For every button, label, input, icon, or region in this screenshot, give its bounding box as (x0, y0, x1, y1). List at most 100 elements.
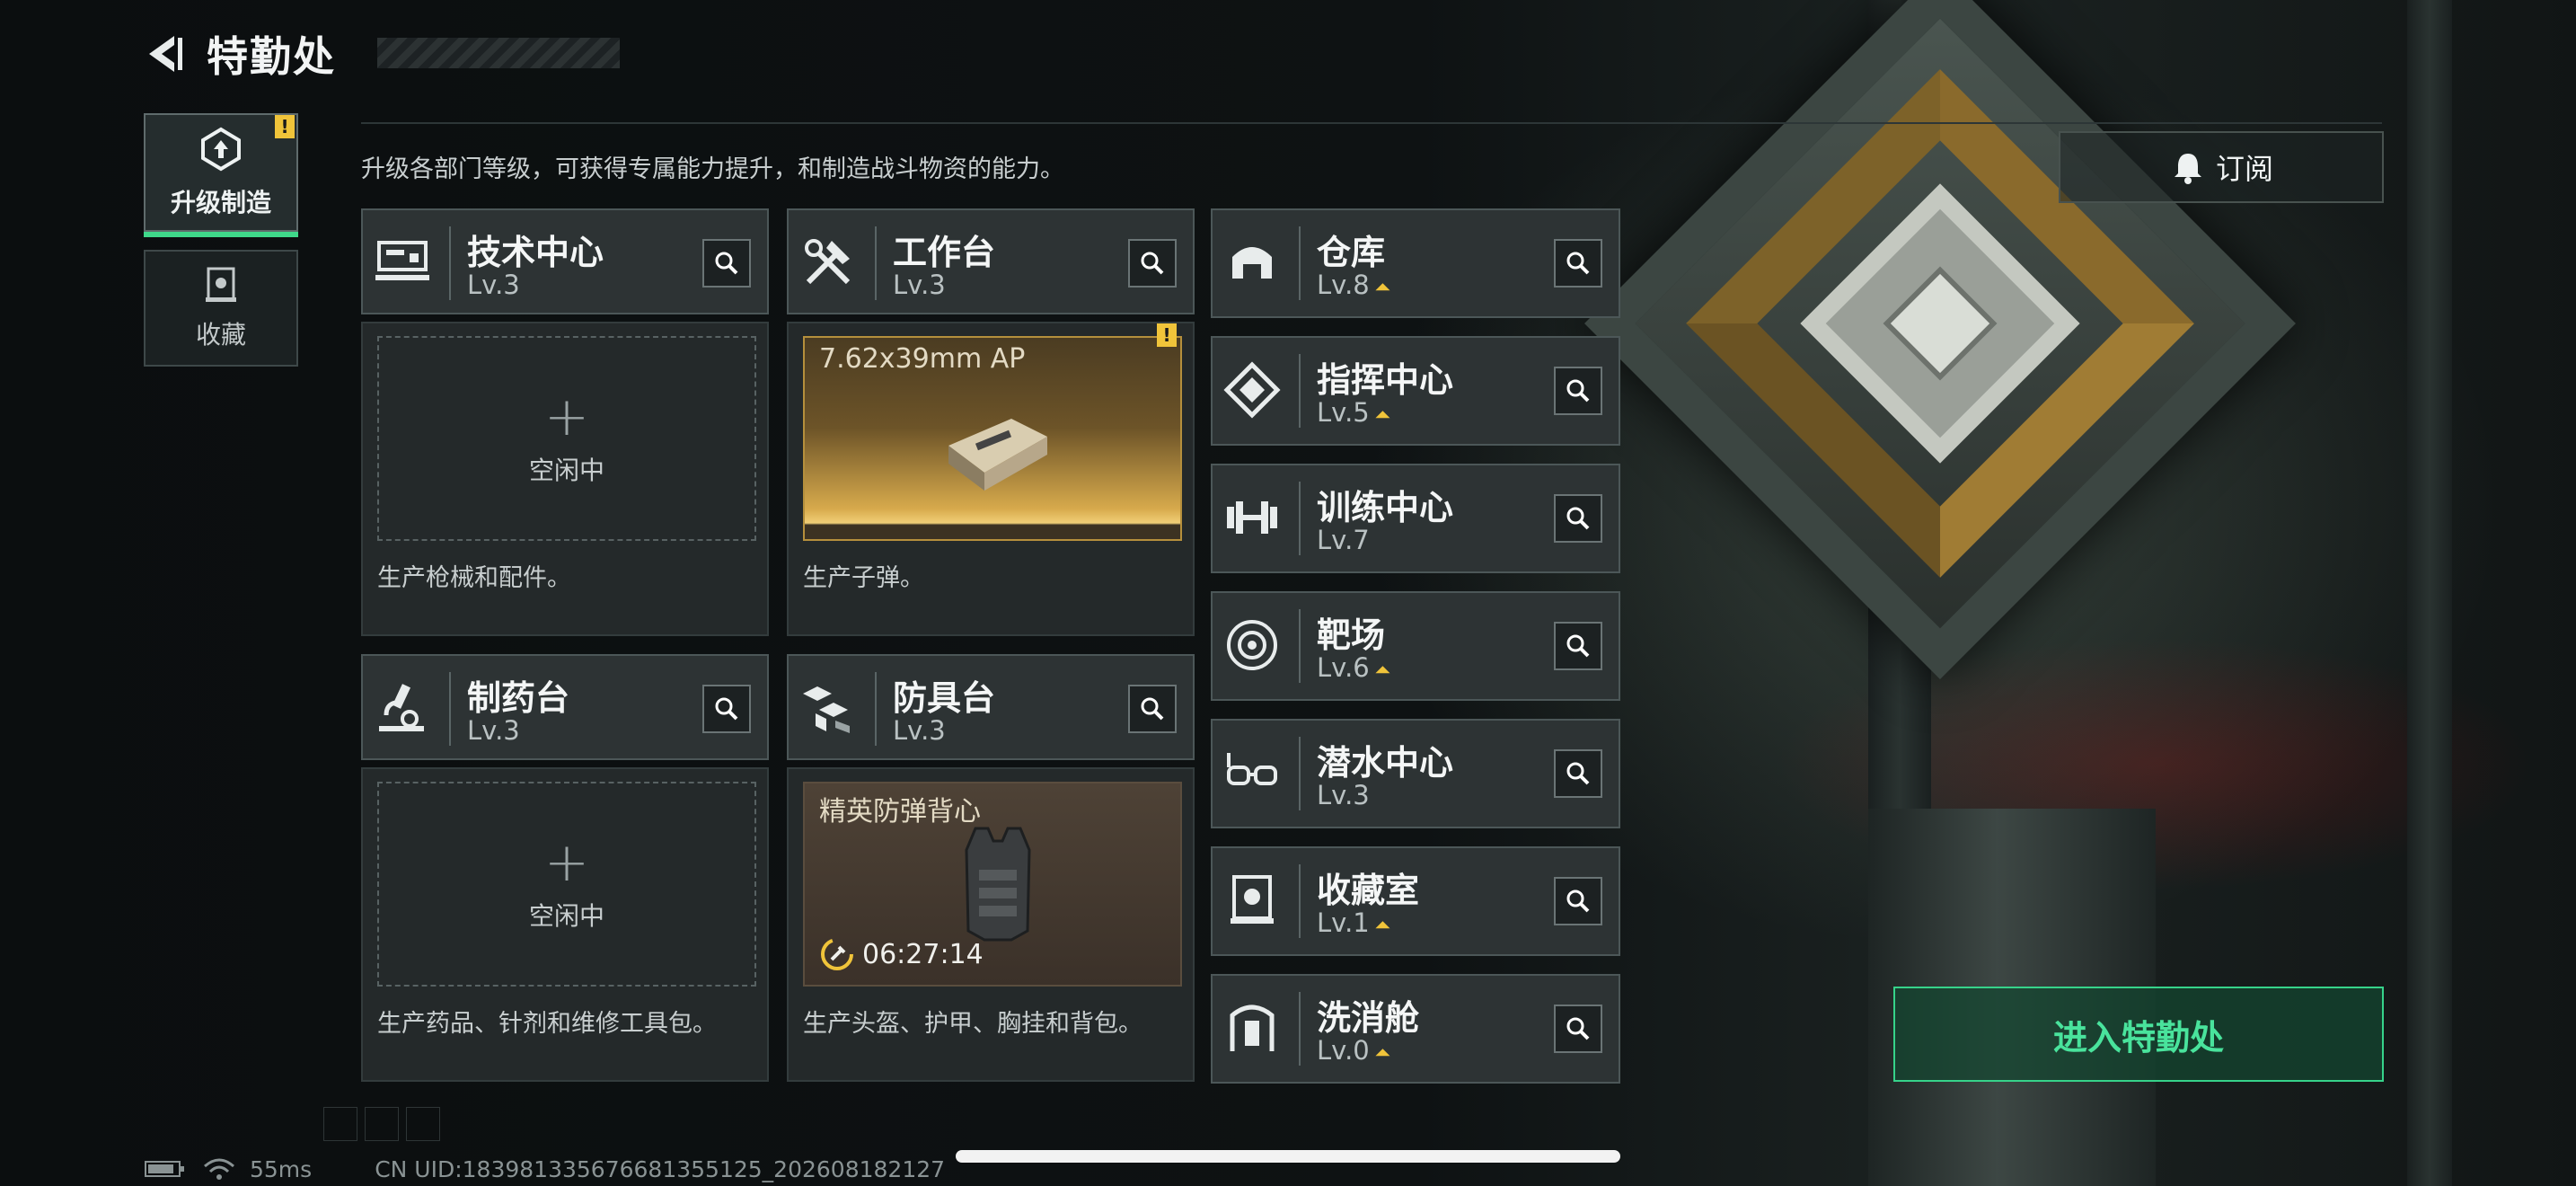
station-level: Lv.3 (893, 715, 946, 746)
warehouse-icon (1223, 234, 1281, 291)
armor-production-slot[interactable]: 精英防弹背心 06:27:14 (803, 782, 1182, 987)
department-name: 指挥中心 (1317, 360, 1454, 400)
magnifier-icon (715, 697, 738, 721)
department-name: 收藏室 (1317, 871, 1420, 910)
upgrade-arrow-icon: ⏶ (1374, 659, 1391, 682)
warning-badge: ! (275, 115, 295, 138)
subscribe-label: 订阅 (2215, 152, 2273, 186)
armor-bench-icon (799, 679, 857, 737)
search-button[interactable] (1554, 367, 1602, 415)
station-description: 生产枪械和配件。 (377, 564, 571, 592)
department-level: Lv.3 (1317, 780, 1370, 810)
corner-decoration (323, 1107, 440, 1141)
department-level: Lv.5 ⏶ (1317, 397, 1391, 428)
department-card[interactable]: 靶场 Lv.6 ⏶ (1211, 591, 1620, 701)
collection-room-icon (1223, 872, 1281, 929)
tab-upgrade-craft[interactable]: 升级制造 ! (144, 113, 298, 237)
empty-slot[interactable]: + 空闲中 (377, 782, 756, 987)
station-tech-center[interactable]: 技术中心 Lv.3 (361, 208, 769, 314)
department-card[interactable]: 仓库 Lv.8 ⏶ (1211, 208, 1620, 318)
divider (1299, 992, 1301, 1066)
enter-label: 进入特勤处 (2052, 1017, 2224, 1058)
target-range-icon (1223, 616, 1281, 674)
tab-label: 收藏 (195, 320, 246, 350)
divider (449, 226, 451, 300)
department-name: 训练中心 (1317, 488, 1454, 527)
page-title: 特勤处 (207, 32, 336, 81)
search-button[interactable] (1554, 877, 1602, 925)
department-card[interactable]: 收藏室 Lv.1 ⏶ (1211, 846, 1620, 956)
search-button[interactable] (1554, 239, 1602, 288)
upgrade-arrow-icon: ⏶ (1374, 277, 1391, 299)
divider (875, 672, 877, 746)
slot-status: 空闲中 (528, 901, 604, 931)
divider (1299, 737, 1301, 810)
divider (1299, 226, 1301, 300)
department-name: 洗消舱 (1317, 998, 1420, 1038)
magnifier-icon (1566, 634, 1590, 658)
back-arrow-icon[interactable] (144, 32, 187, 75)
plus-icon: + (543, 385, 590, 448)
magnifier-icon (1141, 697, 1164, 721)
subscribe-button[interactable]: 订阅 (2059, 131, 2384, 203)
timer-text: 06:27:14 (862, 938, 984, 970)
warning-badge: ! (1157, 323, 1177, 347)
decon-chamber-icon (1223, 999, 1281, 1057)
department-level: Lv.0 ⏶ (1317, 1035, 1391, 1066)
upgrade-arrow-icon: ⏶ (1374, 915, 1391, 937)
slot-item-name: 精英防弹背心 (819, 796, 981, 828)
department-level: Lv.6 ⏶ (1317, 652, 1391, 683)
magnifier-icon (1566, 507, 1590, 530)
department-level: Lv.7 (1317, 525, 1370, 555)
search-button[interactable] (1128, 239, 1177, 288)
collection-icon (201, 265, 241, 308)
department-name: 靶场 (1317, 615, 1386, 655)
department-name: 潜水中心 (1317, 743, 1454, 783)
armor-vest-image (957, 823, 1038, 952)
ping-text: 55ms (250, 1155, 313, 1182)
station-slot-panel: 7.62x39mm AP ! 生产子弹。 (787, 322, 1195, 636)
station-description: 生产头盔、护甲、胸挂和背包。 (803, 1010, 1142, 1038)
ammo-production-slot[interactable]: 7.62x39mm AP (803, 336, 1182, 541)
tab-collection[interactable]: 收藏 (144, 250, 298, 367)
plus-icon: + (543, 831, 590, 894)
station-level: Lv.3 (893, 270, 946, 300)
search-button[interactable] (702, 685, 751, 733)
station-name: 防具台 (893, 678, 996, 718)
station-description: 生产子弹。 (803, 564, 924, 592)
magnifier-icon (1566, 252, 1590, 275)
diving-goggles-icon (1223, 744, 1281, 801)
page-description: 升级各部门等级，可获得专属能力提升，和制造战斗物资的能力。 (361, 155, 1064, 183)
upgrade-cube-icon (198, 126, 244, 176)
department-card[interactable]: 潜水中心 Lv.3 (1211, 719, 1620, 828)
station-armor-bench[interactable]: 防具台 Lv.3 (787, 654, 1195, 760)
upgrade-arrow-icon: ⏶ (1374, 404, 1391, 427)
home-indicator[interactable] (956, 1150, 1620, 1163)
search-button[interactable] (1554, 749, 1602, 798)
divider (875, 226, 877, 300)
magnifier-icon (715, 252, 738, 275)
station-pharmacy[interactable]: 制药台 Lv.3 (361, 654, 769, 760)
station-workbench[interactable]: 工作台 Lv.3 (787, 208, 1195, 314)
divider (1299, 354, 1301, 428)
search-button[interactable] (1554, 494, 1602, 543)
search-button[interactable] (1128, 685, 1177, 733)
department-card[interactable]: 训练中心 Lv.7 (1211, 464, 1620, 573)
ammo-box-image (940, 401, 1056, 503)
department-card[interactable]: 指挥中心 Lv.5 ⏶ (1211, 336, 1620, 446)
search-button[interactable] (1554, 622, 1602, 670)
station-description: 生产药品、针剂和维修工具包。 (377, 1010, 717, 1038)
divider (1299, 609, 1301, 683)
enter-special-ops-button[interactable]: 进入特勤处 (1893, 987, 2384, 1082)
department-level: Lv.8 ⏶ (1317, 270, 1391, 300)
search-button[interactable] (1554, 1005, 1602, 1053)
pharmacy-microscope-icon (374, 679, 431, 737)
workbench-tools-icon (799, 234, 857, 291)
uid-text: CN UID:18398133567668135512​5_2026081821… (375, 1155, 946, 1182)
page-header: 特勤处 (144, 25, 336, 83)
department-card[interactable]: 洗消舱 Lv.0 ⏶ (1211, 974, 1620, 1084)
magnifier-icon (1566, 890, 1590, 913)
empty-slot[interactable]: + 空闲中 (377, 336, 756, 541)
production-timer: 06:27:14 (819, 936, 984, 972)
search-button[interactable] (702, 239, 751, 288)
